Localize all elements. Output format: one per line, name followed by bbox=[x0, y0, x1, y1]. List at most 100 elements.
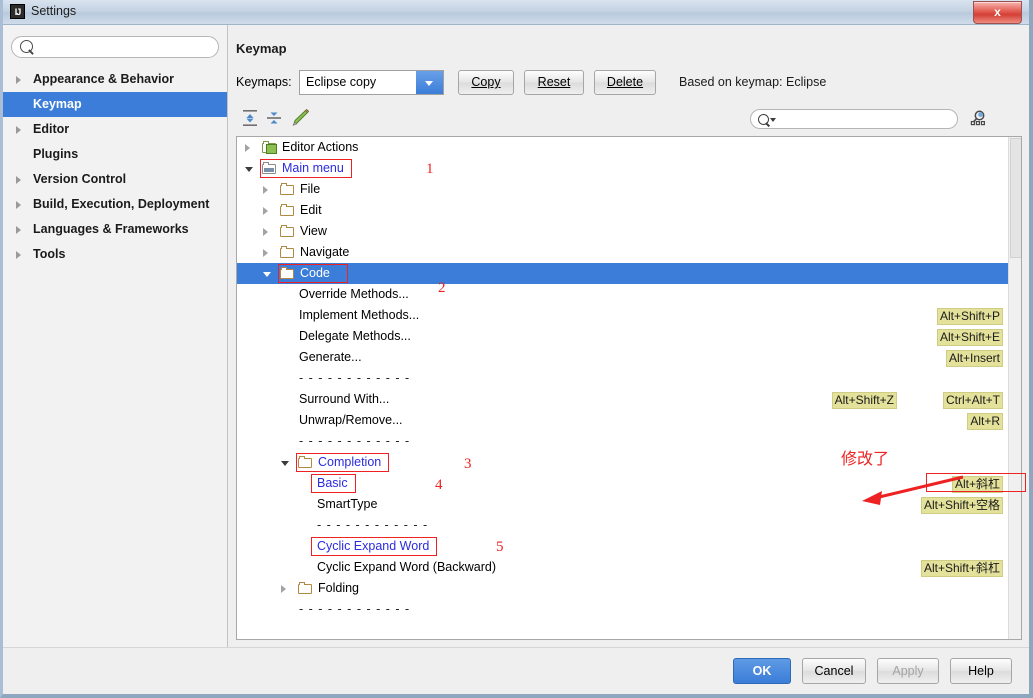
keymap-selector-row: Keymaps: Eclipse copy Copy Reset Delete … bbox=[236, 70, 1023, 96]
shortcut-badge: Alt+Shift+斜杠 bbox=[920, 560, 1003, 577]
keymap-search-input[interactable] bbox=[750, 109, 958, 129]
tree-row[interactable]: Completion bbox=[237, 452, 1009, 473]
tree-row[interactable]: - - - - - - - - - - - - bbox=[237, 515, 1009, 536]
chevron-down-icon[interactable] bbox=[416, 71, 443, 94]
tree-row[interactable]: Unwrap/Remove... Alt+R bbox=[237, 410, 1009, 431]
sidebar-item-editor[interactable]: Editor bbox=[3, 117, 227, 142]
intellij-idea-icon: IJ bbox=[10, 4, 25, 19]
chevron-down-icon bbox=[770, 118, 776, 122]
window-title: Settings bbox=[31, 4, 77, 18]
folder-icon bbox=[280, 266, 295, 280]
search-input[interactable] bbox=[11, 36, 219, 58]
sidebar-item-languages-frameworks[interactable]: Languages & Frameworks bbox=[3, 217, 227, 242]
folder-icon bbox=[280, 203, 295, 217]
chevron-right-icon[interactable] bbox=[263, 207, 268, 215]
tree-row[interactable]: Code bbox=[237, 263, 1009, 284]
tree-row-label: Unwrap/Remove... bbox=[299, 413, 403, 427]
tree-scrollbar-thumb[interactable] bbox=[1010, 138, 1021, 258]
settings-sidebar: Appearance & Behavior Keymap Editor Plug… bbox=[3, 25, 228, 648]
tree-scrollbar[interactable] bbox=[1008, 137, 1021, 639]
tree-row[interactable]: Implement Methods... Alt+Shift+P bbox=[237, 305, 1009, 326]
filter-by-shortcut-icon[interactable] bbox=[969, 109, 989, 129]
tree-row-label: Main menu bbox=[282, 161, 344, 175]
sidebar-item-label: Tools bbox=[33, 247, 66, 261]
tree-row[interactable]: Cyclic Expand Word (Backward) Alt+Shift+斜… bbox=[237, 557, 1009, 578]
folder-icon bbox=[280, 245, 295, 259]
close-icon[interactable]: x bbox=[973, 1, 1022, 24]
tree-row[interactable]: SmartType Alt+Shift+空格 bbox=[237, 494, 1009, 515]
tree-row-label: Generate... bbox=[299, 350, 362, 364]
shortcut-badge: Ctrl+Alt+T bbox=[942, 392, 1003, 409]
shortcut-badge: Alt+Shift+E bbox=[936, 329, 1003, 346]
chevron-right-icon[interactable] bbox=[263, 228, 268, 236]
tree-row[interactable]: Cyclic Expand Word bbox=[237, 536, 1009, 557]
chevron-right-icon bbox=[16, 226, 21, 234]
tree-row[interactable]: Main menu bbox=[237, 158, 1009, 179]
tree-row[interactable]: Surround With... Ctrl+Alt+T Alt+Shift+Z bbox=[237, 389, 1009, 410]
dialog-footer: OK Cancel Apply Help bbox=[3, 647, 1029, 694]
keymap-toolbar bbox=[236, 107, 1023, 133]
sidebar-item-build-execution-deployment[interactable]: Build, Execution, Deployment bbox=[3, 192, 227, 217]
sidebar-item-keymap[interactable]: Keymap bbox=[3, 92, 227, 117]
expand-all-icon[interactable] bbox=[240, 107, 260, 129]
tree-separator: - - - - - - - - - - - - bbox=[299, 371, 411, 385]
tree-row[interactable]: Editor Actions bbox=[237, 137, 1009, 158]
tree-row[interactable]: File bbox=[237, 179, 1009, 200]
tree-separator: - - - - - - - - - - - - bbox=[299, 434, 411, 448]
keymap-tree-rows: Editor Actions Main menu File Edit View Navig… bbox=[237, 137, 1009, 639]
chevron-down-icon[interactable] bbox=[281, 461, 289, 466]
tree-row[interactable]: Override Methods... bbox=[237, 284, 1009, 305]
chevron-down-icon[interactable] bbox=[263, 272, 271, 277]
tree-row-label: Cyclic Expand Word (Backward) bbox=[317, 560, 496, 574]
keymap-panel: Keymap Keymaps: Eclipse copy Copy Reset … bbox=[228, 25, 1029, 648]
keymaps-label: Keymaps: bbox=[236, 75, 292, 89]
tree-row-label: Implement Methods... bbox=[299, 308, 420, 322]
keymap-dropdown[interactable]: Eclipse copy bbox=[299, 70, 444, 95]
cancel-button[interactable]: Cancel bbox=[802, 658, 866, 684]
sidebar-item-plugins[interactable]: Plugins bbox=[3, 142, 227, 167]
tree-row-label: File bbox=[300, 182, 321, 196]
shortcut-badge: Alt+Insert bbox=[945, 350, 1003, 367]
chevron-right-icon[interactable] bbox=[263, 249, 268, 257]
shortcut-badge: Alt+Shift+空格 bbox=[920, 497, 1003, 514]
chevron-right-icon[interactable] bbox=[263, 186, 268, 194]
keymap-tree[interactable]: Editor Actions Main menu File Edit View Navig… bbox=[236, 136, 1022, 640]
tree-row-label: Code bbox=[300, 266, 330, 280]
tree-row[interactable]: Basic Alt+斜杠 bbox=[237, 473, 1009, 494]
tree-row[interactable]: Navigate bbox=[237, 242, 1009, 263]
chevron-right-icon[interactable] bbox=[245, 144, 250, 152]
tree-row[interactable]: Delegate Methods... Alt+Shift+E bbox=[237, 326, 1009, 347]
sidebar-item-label: Editor bbox=[33, 122, 70, 136]
chevron-right-icon bbox=[16, 76, 21, 84]
tree-row[interactable]: - - - - - - - - - - - - bbox=[237, 599, 1009, 620]
copy-button[interactable]: Copy bbox=[458, 70, 514, 95]
chevron-right-icon bbox=[16, 176, 21, 184]
collapse-all-icon[interactable] bbox=[264, 107, 284, 129]
tree-row[interactable]: - - - - - - - - - - - - bbox=[237, 431, 1009, 452]
chevron-right-icon[interactable] bbox=[281, 585, 286, 593]
search-icon bbox=[758, 114, 769, 125]
apply-button[interactable]: Apply bbox=[877, 658, 939, 684]
sidebar-item-appearance-behavior[interactable]: Appearance & Behavior bbox=[3, 67, 227, 92]
help-button[interactable]: Help bbox=[950, 658, 1012, 684]
tree-row[interactable]: Folding bbox=[237, 578, 1009, 599]
folder-icon bbox=[298, 581, 313, 595]
ok-button[interactable]: OK bbox=[733, 658, 791, 684]
chevron-down-icon[interactable] bbox=[245, 167, 253, 172]
sidebar-search[interactable] bbox=[11, 36, 219, 58]
tree-row[interactable]: View bbox=[237, 221, 1009, 242]
tree-row[interactable]: - - - - - - - - - - - - bbox=[237, 368, 1009, 389]
sidebar-item-label: Build, Execution, Deployment bbox=[33, 197, 210, 211]
tree-row[interactable]: Edit bbox=[237, 200, 1009, 221]
sidebar-item-tools[interactable]: Tools bbox=[3, 242, 227, 267]
sidebar-nav: Appearance & Behavior Keymap Editor Plug… bbox=[3, 67, 227, 267]
sidebar-item-version-control[interactable]: Version Control bbox=[3, 167, 227, 192]
tree-row-label: SmartType bbox=[317, 497, 378, 511]
edit-shortcut-icon[interactable] bbox=[290, 107, 310, 129]
reset-button[interactable]: Reset bbox=[524, 70, 584, 95]
tree-row[interactable]: Generate... Alt+Insert bbox=[237, 347, 1009, 368]
search-icon bbox=[20, 40, 33, 53]
chevron-right-icon bbox=[16, 201, 21, 209]
settings-window: IJ Settings x Appearance & Behavior Keym… bbox=[0, 0, 1033, 698]
delete-button[interactable]: Delete bbox=[594, 70, 656, 95]
